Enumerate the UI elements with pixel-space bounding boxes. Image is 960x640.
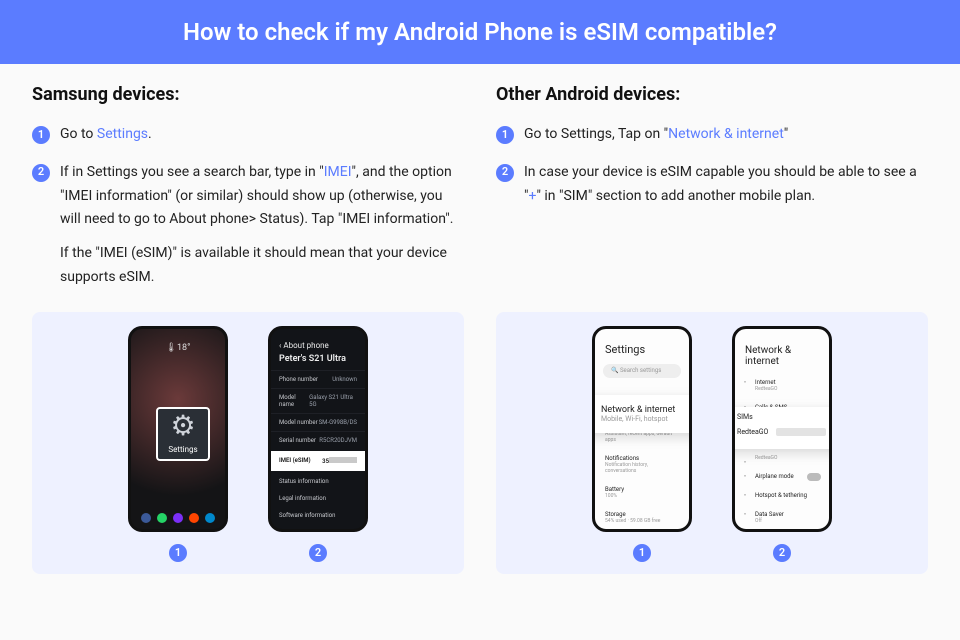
weather-widget: 🌡18°: [131, 343, 225, 353]
search-bar: 🔍 Search settings: [603, 364, 681, 378]
text: Go to: [60, 126, 97, 142]
step-text: In case your device is eSIM capable you …: [524, 161, 928, 209]
list-sub: RedteaGO: [755, 455, 819, 461]
list-item: Data Saver: [755, 511, 819, 518]
card-title: Network & internet: [601, 405, 692, 415]
other-column: Other Android devices: 1 Go to Settings,…: [496, 84, 928, 304]
step-text: Go to Settings, Tap on "Network & intern…: [524, 123, 928, 147]
list-item: Notifications: [605, 455, 679, 462]
value: SM-G998B/DS: [319, 419, 357, 426]
samsung-shot-1: 🌡18° Settings 1: [128, 326, 228, 562]
other-shot-2: Network & internet InternetRedteaGO Call…: [732, 326, 832, 562]
label: Model name: [279, 394, 309, 408]
list-item: Battery information: [271, 524, 365, 532]
text: If in Settings you see a search bar, typ…: [60, 164, 324, 180]
shot-badge: 1: [633, 544, 651, 562]
list-item: Storage: [605, 511, 679, 518]
settings-icon-label: Settings: [156, 445, 210, 454]
samsung-shot-2: ‹ About phone Peter's S21 Ultra Phone nu…: [268, 326, 368, 562]
screenshot-row: 🌡18° Settings 1 ‹ About phone Peter's S2…: [0, 304, 960, 586]
card-label: SIMs: [737, 413, 832, 421]
samsung-step-1: 1 Go to Settings.: [32, 123, 464, 147]
device-name: Peter's S21 Ultra: [271, 354, 365, 370]
list-item: Legal information: [271, 490, 365, 507]
samsung-gallery: 🌡18° Settings 1 ‹ About phone Peter's S2…: [32, 312, 464, 574]
other-step-1: 1 Go to Settings, Tap on "Network & inte…: [496, 123, 928, 147]
list-item: Internet: [755, 379, 819, 386]
value: Unknown: [332, 376, 357, 383]
label: Model number: [279, 419, 318, 426]
instruction-columns: Samsung devices: 1 Go to Settings. 2 If …: [0, 64, 960, 304]
other-heading: Other Android devices:: [496, 84, 928, 105]
shot-badge: 2: [309, 544, 327, 562]
other-step-2: 2 In case your device is eSIM capable yo…: [496, 161, 928, 209]
text: .: [148, 126, 152, 142]
text: ": [784, 126, 788, 142]
card-sub: Mobile, Wi-Fi, hotspot: [601, 415, 692, 423]
shot-badge: 2: [773, 544, 791, 562]
settings-title: Settings: [595, 329, 689, 360]
network-internet-link[interactable]: Network & internet: [668, 126, 784, 142]
imei-esim-row: IMEI (eSIM) 35: [268, 451, 368, 471]
list-item: Software information: [271, 507, 365, 524]
step-badge: 2: [32, 164, 50, 182]
about-phone-header: ‹ About phone: [271, 329, 365, 354]
list-sub: RedteaGO: [755, 386, 819, 392]
phone-mock-about-phone: ‹ About phone Peter's S21 Ultra Phone nu…: [268, 326, 368, 532]
list-item: Battery: [605, 486, 679, 493]
sims-card: SIMs RedteaGO +: [732, 407, 832, 449]
other-shot-1: Settings 🔍 Search settings AppsAssistant…: [592, 326, 692, 562]
text: Go to Settings, Tap on ": [524, 126, 668, 142]
dock: [131, 513, 225, 523]
samsung-heading: Samsung devices:: [32, 84, 464, 105]
step-extra-text: If the "IMEI (eSIM)" is available it sho…: [60, 242, 464, 290]
imei-prefix: 35: [322, 458, 329, 465]
toggle-icon: [807, 473, 821, 481]
text: " in "SIM" section to add another mobile…: [536, 188, 815, 204]
list-item: Hotspot & tethering: [755, 492, 819, 499]
list-sub: Off: [755, 518, 819, 524]
phone-mock-network-internet: Network & internet InternetRedteaGO Call…: [732, 326, 832, 532]
imei-link[interactable]: IMEI: [324, 164, 352, 180]
list-sub: Notification history, conversations: [605, 462, 679, 474]
samsung-step-2: 2 If in Settings you see a search bar, t…: [32, 161, 464, 290]
imei-label: IMEI (eSIM): [279, 457, 311, 464]
list-item: Status information: [271, 473, 365, 490]
network-internet-card: Network & internet Mobile, Wi-Fi, hotspo…: [592, 395, 692, 433]
masked-value: [329, 457, 357, 463]
label: Serial number: [279, 437, 316, 444]
value: R5CR20DJVM: [319, 437, 357, 444]
masked-area: [776, 428, 826, 436]
step-badge: 1: [496, 126, 514, 144]
screen-title: Network & internet: [735, 329, 829, 373]
settings-link[interactable]: Settings: [97, 126, 148, 142]
step-text: If in Settings you see a search bar, typ…: [60, 161, 464, 290]
samsung-column: Samsung devices: 1 Go to Settings. 2 If …: [32, 84, 464, 304]
phone-mock-settings: Settings 🔍 Search settings AppsAssistant…: [592, 326, 692, 532]
step-badge: 2: [496, 164, 514, 182]
shot-badge: 1: [169, 544, 187, 562]
sim-name: RedteaGO: [737, 428, 768, 436]
value: Galaxy S21 Ultra 5G: [309, 394, 357, 408]
step-badge: 1: [32, 126, 50, 144]
list-sub: 100%: [605, 493, 679, 499]
other-gallery: Settings 🔍 Search settings AppsAssistant…: [496, 312, 928, 574]
phone-mock-samsung-home: 🌡18° Settings: [128, 326, 228, 532]
list-sub: 54% used · 59.08 GB free: [605, 518, 679, 524]
page-title: How to check if my Android Phone is eSIM…: [0, 0, 960, 64]
step-text: Go to Settings.: [60, 123, 464, 147]
label: Phone number: [279, 376, 318, 383]
